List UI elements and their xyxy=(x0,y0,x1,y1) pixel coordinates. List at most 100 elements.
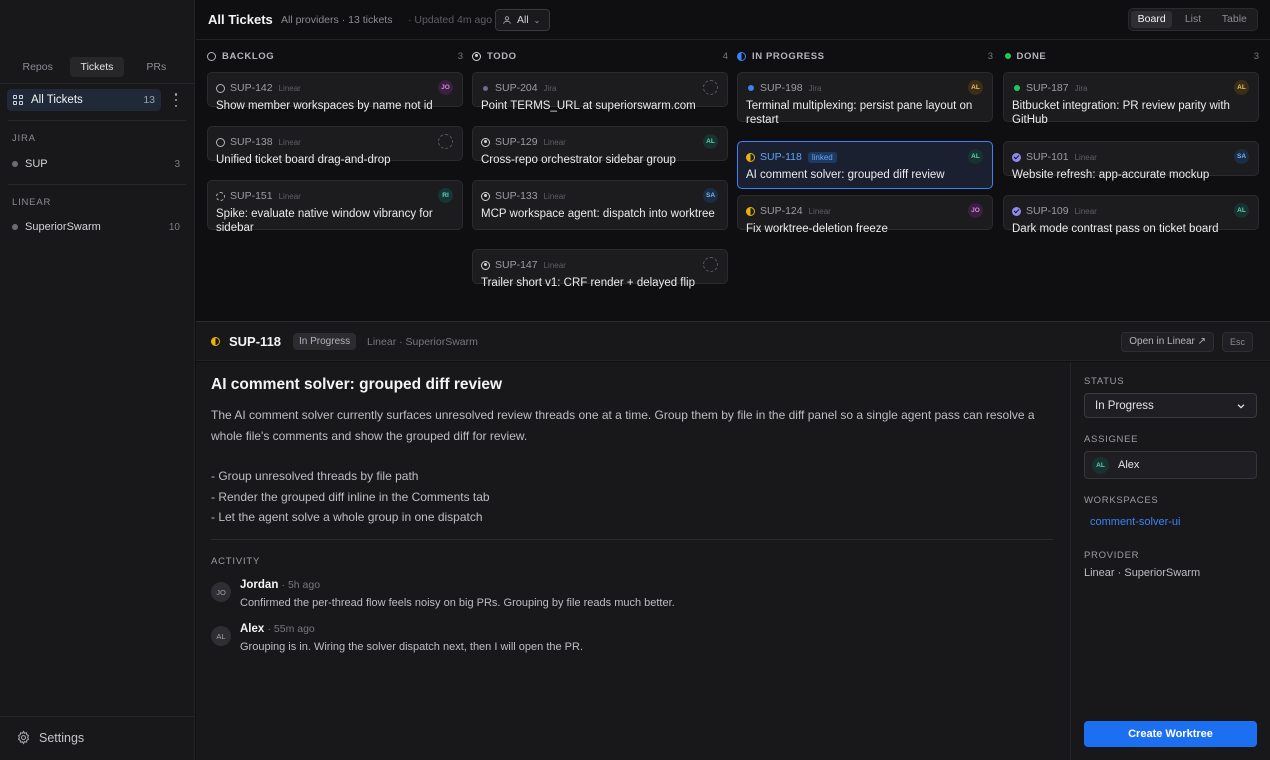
sidebar-item-superiorswarm[interactable]: SuperiorSwarm 10 xyxy=(12,219,180,235)
ticket-card[interactable]: SUP-151 Linear Spike: evaluate native win… xyxy=(207,180,463,234)
jira-status-dot-icon xyxy=(483,85,488,91)
column-count: 3 xyxy=(987,50,993,62)
status-badge: In Progress xyxy=(293,333,357,350)
column-header: IN PROGRESS 3 xyxy=(737,41,993,71)
list-item: - Group unresolved threads by file path xyxy=(211,469,419,483)
user-icon xyxy=(503,16,511,24)
comment-text: Grouping is in. Wiring the solver dispat… xyxy=(240,641,584,653)
sidebar-divider xyxy=(0,716,194,717)
status-label: STATUS xyxy=(1084,376,1125,387)
ticket-id: SUP-129 xyxy=(495,136,538,148)
close-detail-button[interactable]: Esc xyxy=(1222,332,1253,352)
avatar: AL xyxy=(211,626,231,646)
view-table[interactable]: Table xyxy=(1214,11,1255,28)
linked-badge: linked xyxy=(807,151,837,163)
ticket-title: AI comment solver: grouped diff review xyxy=(746,169,945,181)
ticket-id: SUP-101 xyxy=(1026,151,1069,163)
filter-label: All xyxy=(517,14,529,26)
sidebar-divider xyxy=(8,184,186,185)
tab-prs[interactable]: PRs xyxy=(130,57,183,77)
done-check-icon xyxy=(1012,206,1021,216)
tab-repos[interactable]: Repos xyxy=(11,57,64,77)
ticket-id: SUP-133 xyxy=(495,190,538,202)
ticket-card[interactable]: SUP-138 Linear Unified ticket board drag-… xyxy=(207,126,463,166)
avatar: AL xyxy=(968,80,983,95)
avatar: JO xyxy=(968,203,983,218)
sidebar-item-sup[interactable]: SUP 3 xyxy=(12,156,180,172)
sidebar-item-count: 10 xyxy=(168,221,180,233)
top-bar: All Tickets All providers · 13 tickets ·… xyxy=(196,0,1270,40)
chevron-down-icon xyxy=(1237,403,1245,409)
avatar: SA xyxy=(703,188,718,203)
ticket-id: SUP-118 xyxy=(760,151,802,163)
chevron-down-icon: ⌄ xyxy=(533,15,541,25)
ticket-title: MCP workspace agent: dispatch into workt… xyxy=(481,208,715,220)
ticket-id: SUP-198 xyxy=(760,82,803,94)
settings-button[interactable]: Settings xyxy=(16,730,84,745)
ticket-id: SUP-151 xyxy=(230,190,273,202)
workspace-link[interactable]: comment-solver-ui xyxy=(1090,516,1180,528)
provider-value: Linear · SuperiorSwarm xyxy=(1084,567,1201,579)
view-list[interactable]: List xyxy=(1172,11,1213,28)
ticket-card[interactable]: SUP-124 Linear Fix worktree-deletion free… xyxy=(737,195,993,235)
comment-author: Alex xyxy=(240,623,265,635)
ticket-card[interactable]: SUP-204 Jira Point TERMS_URL at superiors… xyxy=(472,72,728,112)
ticket-title: AI comment solver: grouped diff review xyxy=(211,376,503,393)
create-worktree-button[interactable]: Create Worktree xyxy=(1084,721,1257,747)
column-header: DONE 3 xyxy=(1003,41,1259,71)
assignee-filter-button[interactable]: All ⌄ xyxy=(495,9,550,31)
in-progress-status-icon xyxy=(746,206,755,216)
ticket-provider: Linear xyxy=(543,191,566,201)
sidebar-divider xyxy=(8,120,186,121)
view-board[interactable]: Board xyxy=(1131,11,1173,28)
assignee-picker[interactable]: AL Alex xyxy=(1084,451,1257,479)
unassigned-avatar-icon xyxy=(438,134,453,149)
ticket-provider: Linear xyxy=(278,191,301,201)
column-name: BACKLOG xyxy=(222,50,275,62)
ticket-properties-panel: STATUS In Progress ASSIGNEE AL Alex WORK… xyxy=(1070,362,1270,760)
ticket-card[interactable]: SUP-142 Linear Show member workspaces by … xyxy=(207,72,463,112)
ticket-card[interactable]: SUP-101 Linear Website refresh: app-accur… xyxy=(1003,141,1259,181)
sidebar-item-all-tickets[interactable]: All Tickets 13 xyxy=(7,89,161,111)
project-dot-icon xyxy=(12,224,18,230)
ticket-card[interactable]: SUP-147 Linear Trailer short v1: CRF rend… xyxy=(472,249,728,289)
ticket-title: Cross-repo orchestrator sidebar group xyxy=(481,154,676,166)
column-in-progress: IN PROGRESS 3 SUP-198 Jira Terminal multi… xyxy=(737,41,993,235)
settings-label: Settings xyxy=(39,730,85,745)
ticket-card[interactable]: SUP-133 Linear MCP workspace agent: dispa… xyxy=(472,180,728,230)
column-count: 4 xyxy=(722,50,728,62)
avatar: JO xyxy=(211,582,231,602)
open-in-linear-button[interactable]: Open in Linear ↗ xyxy=(1121,332,1214,352)
ticket-id: SUP-187 xyxy=(1026,82,1069,94)
avatar: SA xyxy=(1234,149,1249,164)
comment-time: · 5h ago xyxy=(281,579,321,591)
ticket-provider: Linear xyxy=(808,206,831,216)
ticket-id: SUP-109 xyxy=(1026,205,1069,217)
in-progress-status-icon xyxy=(746,152,755,162)
ticket-checklist: - Group unresolved threads by file path … xyxy=(211,466,490,528)
ticket-title: Show member workspaces by name not id xyxy=(216,100,433,112)
ticket-detail-header: SUP-118 In Progress Linear · SuperiorSwa… xyxy=(196,321,1270,361)
avatar: AL xyxy=(1234,80,1249,95)
ticket-provider: Linear xyxy=(278,83,301,93)
ticket-card[interactable]: SUP-187 Jira Bitbucket integration: PR re… xyxy=(1003,72,1259,126)
ticket-description: The AI comment solver currently surfaces… xyxy=(211,408,1035,443)
done-status-icon xyxy=(1004,53,1011,59)
backlog-status-icon xyxy=(207,51,216,61)
sidebar: Repos Tickets PRs All Tickets 13 JIRA SU… xyxy=(0,0,195,760)
more-options-icon[interactable] xyxy=(174,93,178,107)
assignee-name: Alex xyxy=(1118,459,1140,471)
status-select[interactable]: In Progress xyxy=(1084,393,1257,418)
avatar: AL xyxy=(1234,203,1249,218)
backlog-status-icon xyxy=(216,83,225,93)
backlog-status-icon xyxy=(216,137,225,147)
sidebar-group-heading-jira: JIRA xyxy=(12,133,36,144)
tab-tickets[interactable]: Tickets xyxy=(70,57,124,77)
ticket-card[interactable]: SUP-198 Jira Terminal multiplexing: persi… xyxy=(737,72,993,126)
ticket-card[interactable]: SUP-129 Linear Cross-repo orchestrator si… xyxy=(472,126,728,166)
ticket-title: Spike: evaluate native window vibrancy f… xyxy=(216,208,433,234)
ticket-card-selected[interactable]: SUP-118 linked AI comment solver: grouped… xyxy=(737,141,993,189)
ticket-provider: Jira xyxy=(1074,83,1088,93)
ticket-card[interactable]: SUP-109 Linear Dark mode contrast pass on… xyxy=(1003,195,1259,235)
status-select-value: In Progress xyxy=(1095,399,1154,412)
